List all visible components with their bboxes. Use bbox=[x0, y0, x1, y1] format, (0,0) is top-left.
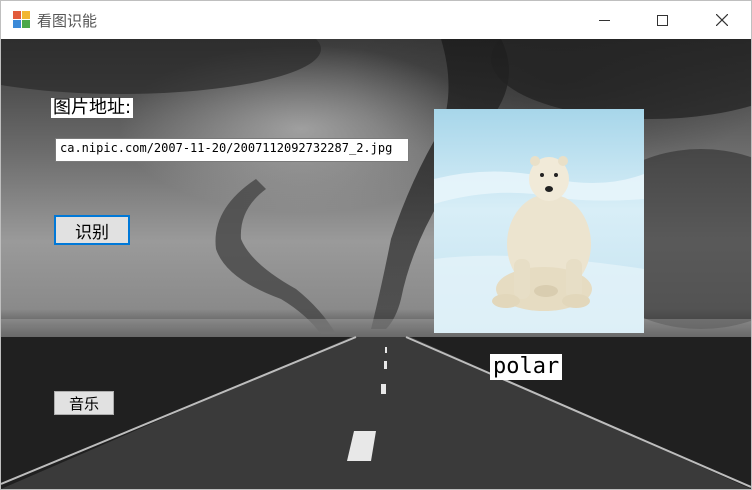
image-url-input[interactable]: ca.nipic.com/2007-11-20/2007112092732287… bbox=[55, 138, 409, 162]
recognize-button[interactable]: 识别 bbox=[54, 215, 130, 245]
music-button[interactable]: 音乐 bbox=[54, 391, 114, 415]
minimize-icon bbox=[598, 19, 610, 21]
title-bar: 看图识能 bbox=[1, 1, 751, 39]
app-window: 看图识能 图片地址: ca.nipic.com/2007-11-20/20071… bbox=[0, 0, 752, 490]
maximize-button[interactable] bbox=[633, 1, 691, 39]
form-background: 图片地址: ca.nipic.com/2007-11-20/2007112092… bbox=[1, 39, 751, 489]
polar-bear-image bbox=[434, 109, 644, 333]
close-icon bbox=[716, 14, 728, 26]
window-title: 看图识能 bbox=[37, 12, 98, 30]
close-button[interactable] bbox=[693, 1, 751, 39]
recognition-result: polar bbox=[490, 354, 563, 380]
minimize-button[interactable] bbox=[575, 1, 633, 39]
maximize-icon bbox=[656, 14, 668, 26]
app-icon bbox=[13, 11, 31, 29]
image-url-label: 图片地址: bbox=[51, 97, 134, 118]
image-preview bbox=[434, 109, 644, 333]
